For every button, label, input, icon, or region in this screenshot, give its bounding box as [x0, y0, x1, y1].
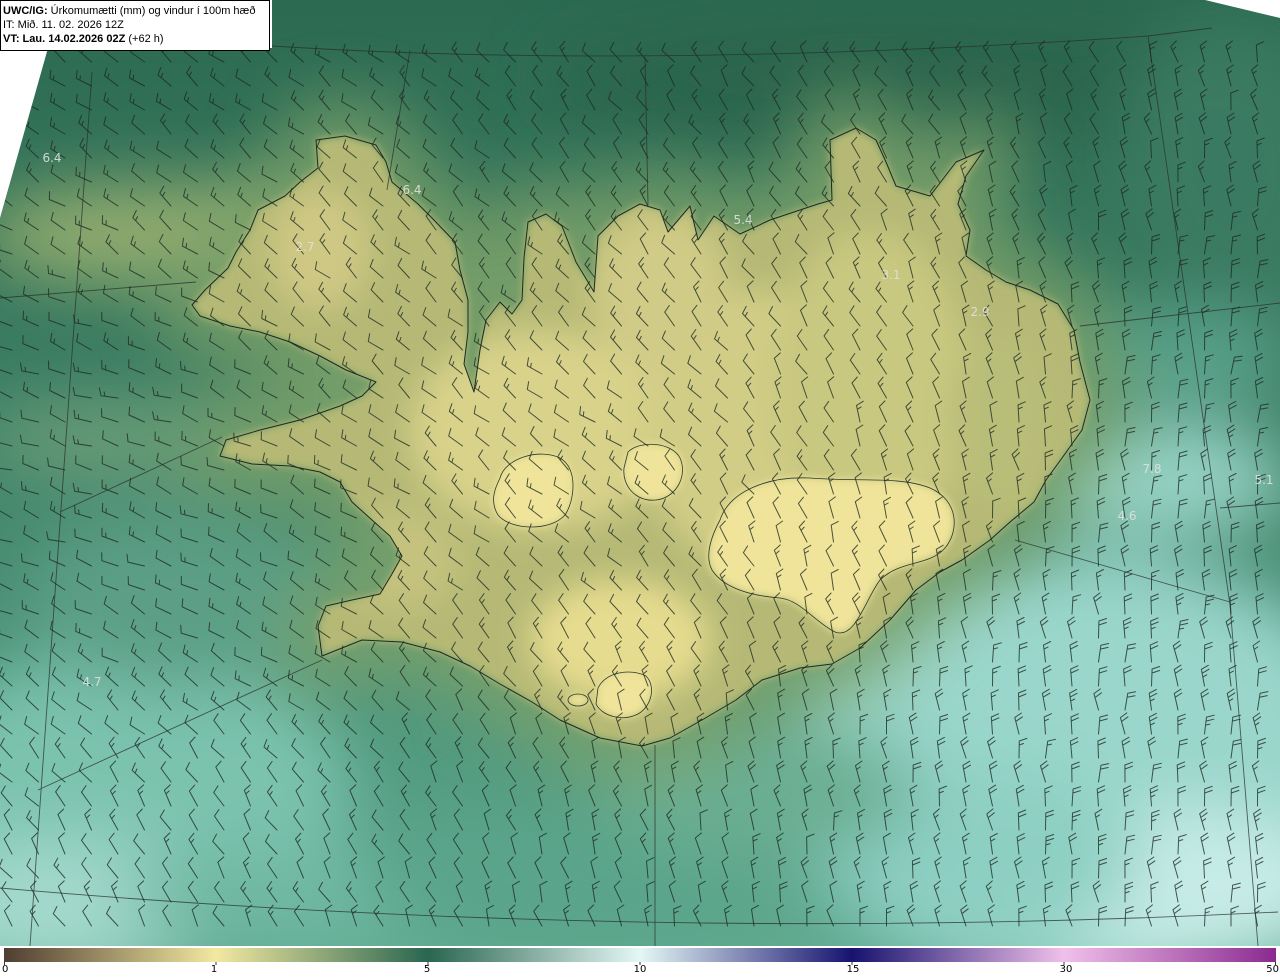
colorbar-tick-label: 30 [1059, 964, 1073, 975]
colorbar-tick-label: 0 [2, 964, 9, 975]
precipitation-wind-map [0, 0, 1280, 946]
value-label: 3.1 [881, 268, 901, 282]
issue-time: IT: Mið. 11. 02. 2026 12Z [3, 19, 124, 31]
colorbar-tick-label: 10 [633, 964, 647, 975]
title-box: UWC/IG: Úrkomumætti (mm) og vindur í 100… [0, 0, 270, 51]
colorbar-tick-label: 5 [423, 964, 431, 975]
colorbar-gradient [4, 948, 1276, 962]
value-label: 2.9 [970, 305, 990, 319]
value-label: 6.4 [402, 183, 422, 197]
map-title: Úrkomumætti (mm) og vindur í 100m hæð [50, 5, 256, 17]
value-label: 4.6 [1117, 509, 1137, 523]
product-code: UWC/IG: [3, 5, 48, 17]
value-label: 2.7 [295, 240, 315, 254]
colorbar-tick-label: 50 [1266, 964, 1279, 975]
colorbar-tick-label: 15 [846, 964, 860, 975]
colorbar-tick-label: 1 [210, 964, 218, 975]
value-label: 5.1 [1254, 473, 1274, 487]
land-shade [270, 190, 370, 310]
title-row: UWC/IG: Úrkomumætti (mm) og vindur í 100… [3, 4, 267, 18]
lead-time: (+62 h) [128, 33, 164, 45]
value-label: 5.4 [733, 213, 753, 227]
value-label: 4.7 [82, 675, 102, 689]
value-label: 6.4 [42, 151, 62, 165]
valid-time-row: VT: Lau. 14.02.2026 02Z (+62 h) [3, 32, 267, 46]
valid-time: VT: Lau. 14.02.2026 02Z [3, 33, 126, 45]
land-shade [590, 210, 730, 370]
value-label: 7.8 [1142, 462, 1162, 476]
